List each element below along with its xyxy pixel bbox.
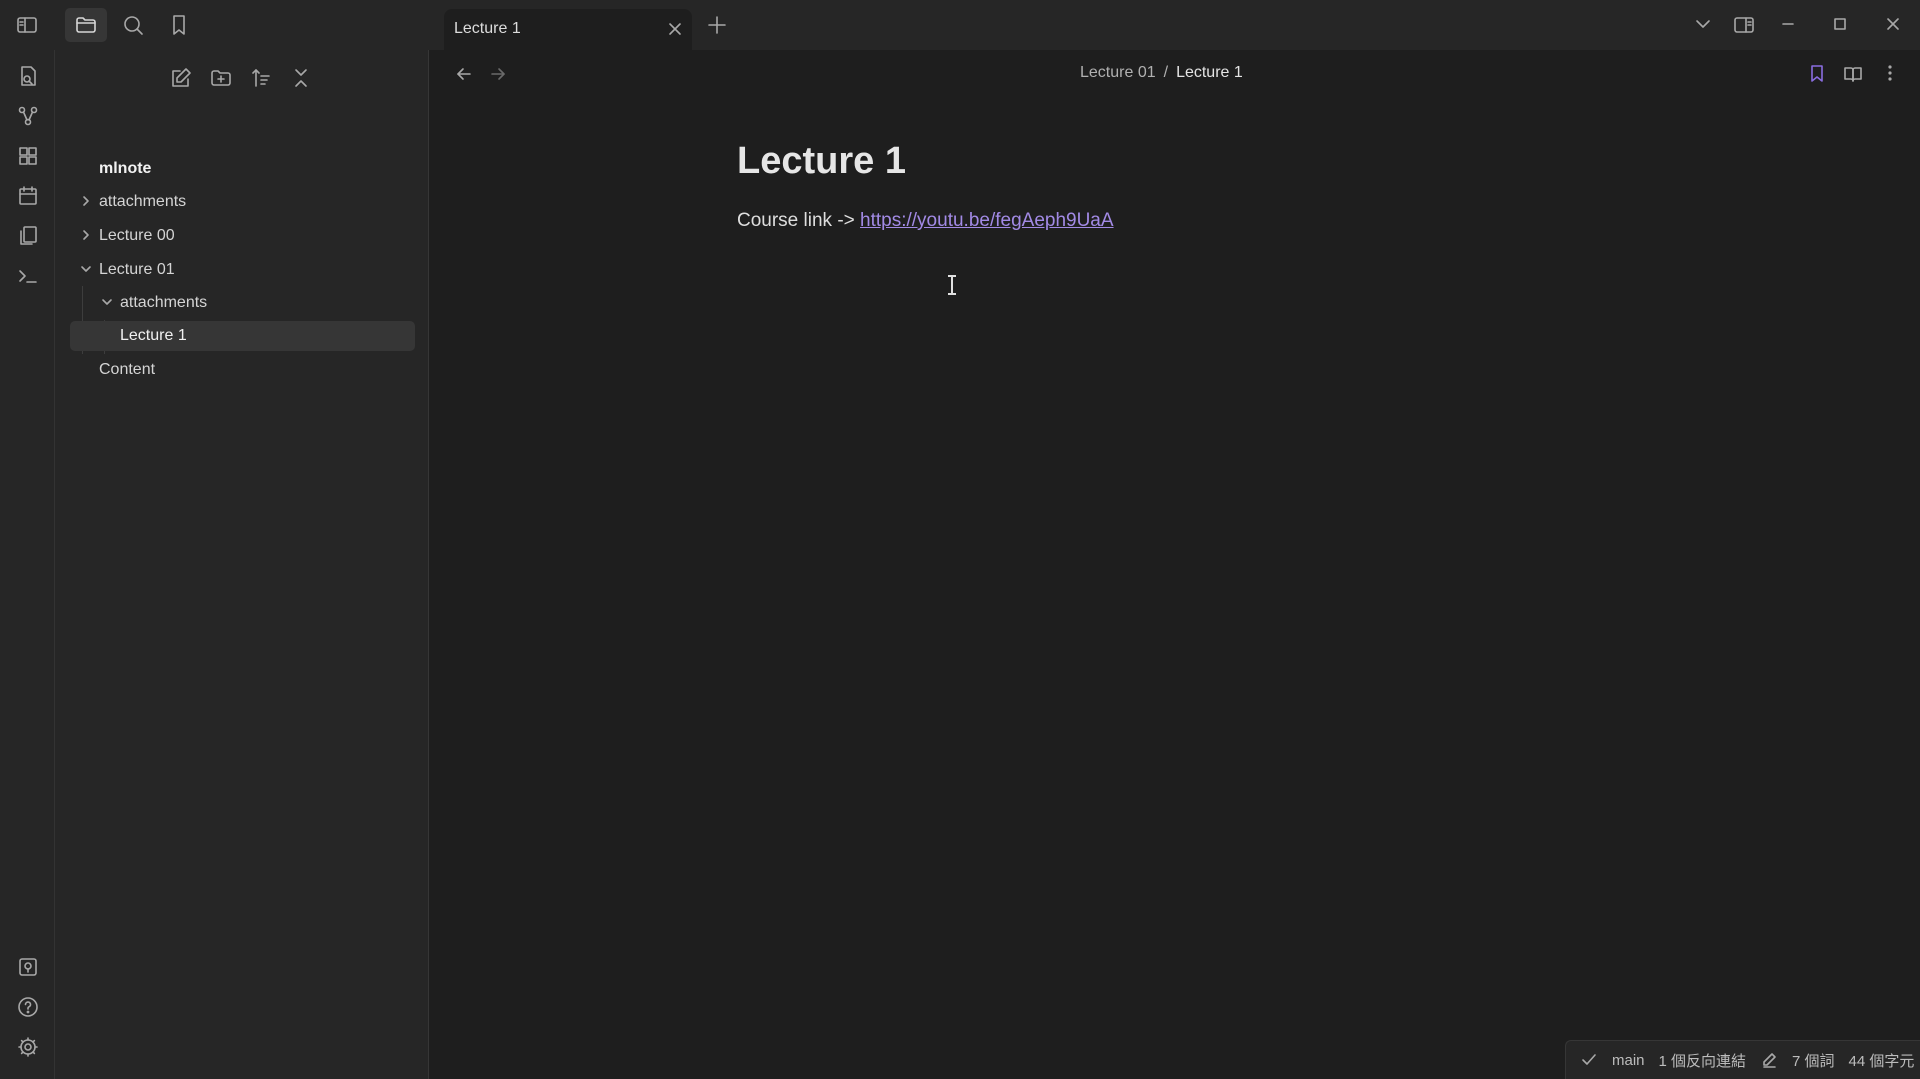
editor-pane: Lecture 01 / Lecture 1 Lecture 1 Course …	[430, 50, 1920, 1079]
breadcrumb-separator: /	[1163, 64, 1169, 81]
tree-item-label: Content	[99, 361, 156, 378]
tree-file-lecture-1[interactable]: Lecture 1	[70, 321, 415, 351]
git-branch[interactable]: main	[1612, 1052, 1645, 1069]
ribbon	[0, 50, 55, 1079]
minimize-icon[interactable]	[1777, 13, 1799, 35]
back-arrow-icon[interactable]	[454, 64, 474, 84]
chevron-down-icon	[100, 295, 114, 309]
settings-gear-icon[interactable]	[16, 1035, 40, 1059]
breadcrumb: Lecture 01 / Lecture 1	[1080, 64, 1243, 82]
tree-item-label: Lecture 00	[99, 227, 175, 244]
close-icon[interactable]	[666, 20, 684, 38]
edit-pencil-icon[interactable]	[1760, 1051, 1778, 1069]
new-tab-icon[interactable]	[706, 14, 728, 36]
search-icon[interactable]	[112, 8, 154, 42]
tab-lecture-1[interactable]: Lecture 1	[444, 9, 692, 50]
status-bar: main 1 個反向連結 7 個詞 44 個字元	[1565, 1040, 1920, 1079]
word-count: 7 個詞	[1792, 1052, 1835, 1070]
note-text: Course link ->	[737, 210, 861, 231]
window-close-icon[interactable]	[1882, 13, 1904, 35]
quick-switcher-icon[interactable]	[16, 64, 40, 88]
breadcrumb-parent[interactable]: Lecture 01	[1080, 64, 1156, 82]
note-title[interactable]: Lecture 1	[737, 140, 906, 183]
canvas-icon[interactable]	[16, 144, 40, 168]
tree-file-content[interactable]: Content	[75, 355, 385, 385]
reading-view-icon[interactable]	[1842, 63, 1864, 85]
vault-switcher-icon[interactable]	[16, 955, 40, 979]
maximize-icon[interactable]	[1829, 13, 1851, 35]
chevron-right-icon	[79, 228, 93, 242]
breadcrumb-current[interactable]: Lecture 1	[1176, 64, 1243, 82]
bookmark-icon[interactable]	[1807, 63, 1827, 83]
char-count: 44 個字元	[1848, 1052, 1915, 1070]
note-body-line[interactable]: Course link -> https://youtu.be/fegAeph9…	[737, 210, 1114, 232]
chevron-down-icon	[79, 262, 93, 276]
text-cursor-icon	[946, 274, 958, 296]
help-icon[interactable]	[16, 995, 40, 1019]
tree-folder-lecture-01[interactable]: Lecture 01	[75, 255, 385, 285]
more-options-icon[interactable]	[1880, 63, 1900, 83]
new-note-icon[interactable]	[169, 66, 193, 90]
backlinks-count[interactable]: 1 個反向連結	[1659, 1050, 1747, 1071]
calendar-icon[interactable]	[16, 184, 40, 208]
course-link[interactable]: https://youtu.be/fegAeph9UaA	[860, 210, 1114, 231]
templates-icon[interactable]	[16, 224, 40, 248]
forward-arrow-icon[interactable]	[488, 64, 508, 84]
vault-name[interactable]: mlnote	[99, 154, 151, 184]
sort-icon[interactable]	[249, 66, 273, 90]
sidebar-toggle-icon[interactable]	[6, 8, 48, 42]
tab-title: Lecture 1	[454, 20, 521, 37]
terminal-icon[interactable]	[16, 264, 40, 288]
graph-view-icon[interactable]	[16, 104, 40, 128]
tab-list-chevron-down-icon[interactable]	[1692, 13, 1714, 35]
file-explorer-tab-icon[interactable]	[65, 8, 107, 42]
right-sidebar-toggle-icon[interactable]	[1732, 13, 1756, 37]
chevron-right-icon	[79, 194, 93, 208]
bookmarks-tab-icon[interactable]	[158, 8, 200, 42]
tree-folder-attachments-sub[interactable]: attachments	[96, 288, 385, 318]
tree-item-label: Lecture 1	[120, 327, 187, 344]
tree-item-label: attachments	[99, 193, 187, 210]
tree-item-label: attachments	[120, 294, 208, 311]
file-explorer-panel: mlnote attachments Lecture 00 Lecture 01…	[55, 50, 429, 1079]
new-folder-icon[interactable]	[209, 66, 233, 90]
sync-check-icon[interactable]	[1580, 1051, 1598, 1069]
tree-folder-lecture-00[interactable]: Lecture 00	[75, 221, 385, 251]
tree-item-label: Lecture 01	[99, 261, 175, 278]
collapse-all-icon[interactable]	[289, 66, 313, 90]
tree-folder-attachments[interactable]: attachments	[75, 187, 385, 217]
title-bar: Lecture 1	[0, 0, 1920, 50]
